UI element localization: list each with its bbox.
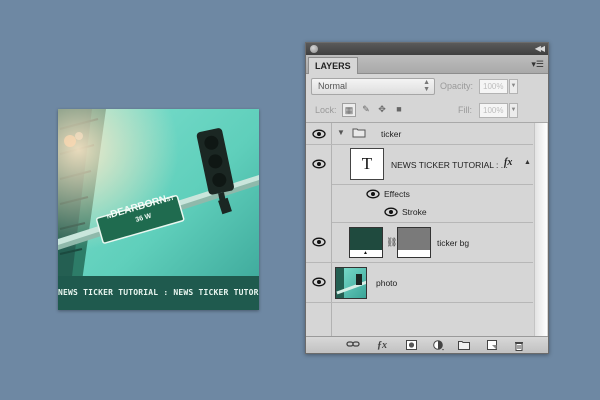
eye-icon[interactable] <box>312 237 326 247</box>
blend-mode-select[interactable]: Normal ▲ ▼ <box>311 78 435 95</box>
trash-icon[interactable] <box>513 340 525 351</box>
chain-link-icon[interactable]: ⛓ <box>386 237 397 248</box>
thumb-light <box>356 274 362 285</box>
fx-icon[interactable]: ƒx <box>376 340 388 351</box>
layer-effect-stroke[interactable]: Stroke <box>332 203 533 223</box>
layer-name: photo <box>376 278 398 288</box>
layer-effects[interactable]: Effects <box>332 185 533 203</box>
panel-menu-icon[interactable]: ▾☰ <box>531 59 544 69</box>
lock-all-icon[interactable]: ■ <box>392 103 406 117</box>
fill-label: Fill: <box>458 105 472 115</box>
folder-icon[interactable] <box>458 340 470 351</box>
folder-icon <box>352 127 366 140</box>
opacity-dropdown-icon[interactable]: ▼ <box>509 79 518 94</box>
stroke-label: Stroke <box>402 207 427 217</box>
layer-name: NEWS TICKER TUTORIAL : ... <box>391 160 508 170</box>
eye-icon[interactable] <box>312 129 326 139</box>
photo-thumbnail <box>335 267 367 299</box>
layer-photo[interactable]: photo <box>306 263 533 303</box>
stepper-icon: ▲ ▼ <box>423 79 430 93</box>
vector-mark-icon: ▲ <box>363 250 368 256</box>
lock-pixels-icon[interactable]: ✎ <box>359 103 373 117</box>
effects-label: Effects <box>384 189 410 199</box>
collapse-effects-icon[interactable]: ▲ <box>524 159 531 166</box>
new-layer-icon[interactable] <box>486 340 498 351</box>
fx-badge[interactable]: fx <box>504 157 512 168</box>
mask-strip <box>398 250 430 257</box>
lock-label: Lock: <box>315 105 337 115</box>
mask-icon[interactable] <box>405 340 417 351</box>
layers-scrollbar[interactable] <box>534 123 547 337</box>
ticker-bg-mask <box>397 227 431 258</box>
eye-icon[interactable] <box>312 159 326 169</box>
layer-name: ticker <box>381 129 402 139</box>
close-icon[interactable] <box>310 45 318 53</box>
blend-row: Normal ▲ ▼ Opacity: 100% ▼ <box>306 76 548 98</box>
ticker-band: NEWS TICKER TUTORIAL : NEWS TICKER TUTOR… <box>58 276 259 310</box>
collapse-icon[interactable]: ◀◀ <box>535 43 545 55</box>
ticker-bg-thumbnail: ▲ <box>349 227 383 258</box>
lock-transparency-icon[interactable]: ▦ <box>342 103 356 117</box>
eye-icon[interactable] <box>312 277 326 287</box>
eye-icon[interactable] <box>366 189 380 199</box>
layer-list: ▼ ticker T NEWS TICKER TUTORIAL : ... fx… <box>306 122 548 337</box>
photo-preview: NDEARBORNST 36 W NEWS TICKER TUTORIAL : … <box>58 109 259 310</box>
adjustment-icon[interactable] <box>433 340 445 351</box>
layer-ticker-bg[interactable]: ▲ ⛓ ticker bg <box>306 223 533 263</box>
lock-position-icon[interactable]: ✥ <box>375 103 389 117</box>
opacity-label: Opacity: <box>440 81 474 91</box>
fill-field[interactable]: 100% <box>479 103 508 118</box>
layers-toolbar: ƒx <box>306 336 548 353</box>
link-icon[interactable] <box>346 340 360 351</box>
tab-layers[interactable]: LAYERS <box>308 57 358 74</box>
text-thumb-glyph: T <box>361 154 373 173</box>
text-thumbnail: T <box>350 148 384 180</box>
layer-text[interactable]: T NEWS TICKER TUTORIAL : ... fx ▲ <box>332 145 533 185</box>
opacity-field[interactable]: 100% <box>479 79 508 94</box>
blend-mode-value: Normal <box>318 81 348 91</box>
ticker-text: NEWS TICKER TUTORIAL : NEWS TICKER TUTOR… <box>58 288 259 297</box>
panel-titlebar[interactable]: ◀◀ <box>306 43 548 55</box>
eye-icon[interactable] <box>384 207 398 217</box>
layer-name: ticker bg <box>437 238 470 248</box>
fill-dropdown-icon[interactable]: ▼ <box>509 103 518 118</box>
layer-group-ticker[interactable]: ▼ ticker <box>306 123 533 145</box>
sign-suffix: ST <box>165 195 175 204</box>
panel-tab-row: LAYERS ▾☰ <box>306 55 548 74</box>
lock-row: Lock: ▦ ✎ ✥ ■ Fill: 100% ▼ <box>306 99 548 121</box>
expand-triangle-icon[interactable]: ▼ <box>337 128 345 137</box>
layers-panel: ◀◀ LAYERS ▾☰ Normal ▲ ▼ Opacity: 100% ▼ L… <box>305 42 549 354</box>
